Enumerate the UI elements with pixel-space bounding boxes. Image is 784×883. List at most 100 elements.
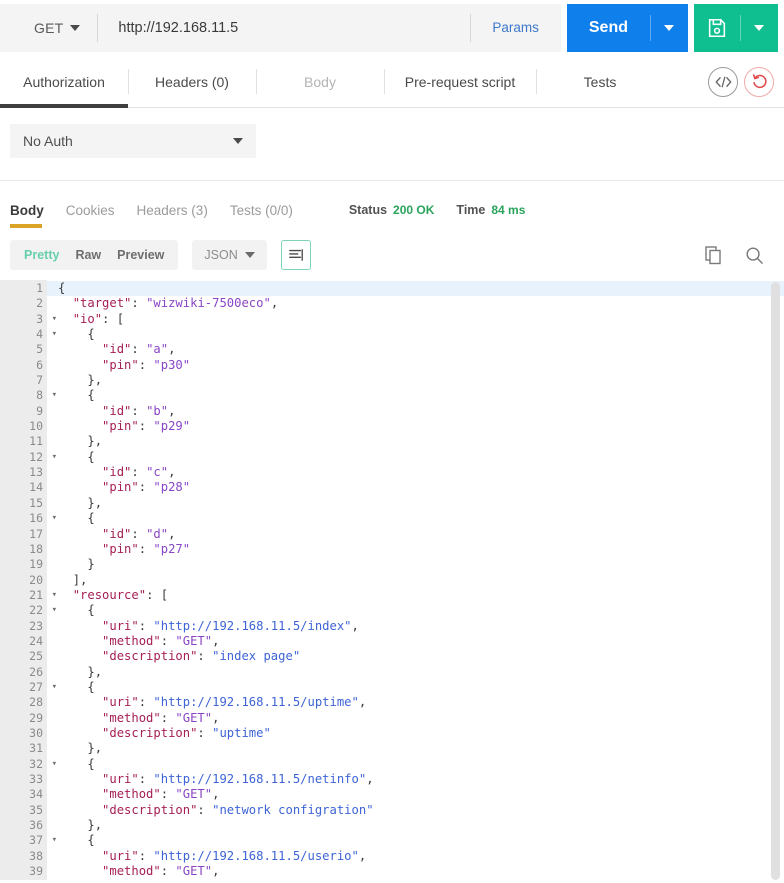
code-line: "io": [ [72,311,125,326]
code-line: "id": "a", [102,342,176,357]
response-tab-headers[interactable]: Headers (3) [137,195,208,225]
code-line: "description": "enabled io list" [58,879,784,880]
view-mode-preview[interactable]: Preview [109,248,172,262]
request-url-bar: GET Params Send [0,0,784,56]
code-line: { [87,388,95,403]
tab-authorization[interactable]: Authorization [0,56,128,108]
copy-icon [705,245,721,264]
line-number: 8 ▾ [36,388,57,403]
response-status-group: Status 200 OK Time 84 ms [349,203,526,217]
code-line: { [87,327,95,342]
save-button[interactable] [694,4,740,52]
request-url-input[interactable] [98,4,471,52]
line-number: 20 [29,572,43,587]
search-response-button[interactable] [745,246,764,265]
tab-body-label: Body [304,73,336,90]
reset-undo-icon [752,74,767,89]
code-line: "method": "GET", [102,787,220,802]
code-line: "id": "d", [102,526,176,541]
code-line: { [87,833,95,848]
response-toolbar-actions [705,245,774,265]
code-line: "uri": "http://192.168.11.5/userio", [102,848,367,863]
code-line: "uri": "http://192.168.11.5/netinfo", [102,772,374,786]
code-line: "method": "GET", [102,633,220,648]
line-number: 14 [29,480,43,495]
code-line: { [47,281,784,297]
send-button[interactable]: Send [566,4,650,52]
line-number: 21 ▾ [29,587,57,602]
line-number: 37 ▾ [29,833,57,848]
response-tab-body[interactable]: Body [10,195,44,228]
status-badge: 200 OK [393,203,435,217]
line-number: 10 [29,419,43,434]
response-tab-bar: Body Cookies Headers (3) Tests (0/0) Sta… [0,190,784,230]
code-line: }, [87,495,103,510]
code-snippet-button[interactable] [708,66,738,97]
params-toggle[interactable]: Params [470,4,561,52]
view-mode-group: Pretty Raw Preview [10,240,179,270]
tab-pre-request-script-label: Pre-request script [404,73,516,90]
code-line: }, [87,818,103,833]
send-button-group: Send [566,4,688,52]
response-tab-tests-label: Tests (0/0) [229,202,293,218]
chevron-down-icon [233,138,243,144]
tab-tests-label: Tests [583,73,617,90]
code-line: "uri": "http://192.168.11.5/uptime", [102,695,367,710]
line-number: 13 [29,465,43,480]
chevron-down-icon [664,25,674,31]
response-body-toolbar: Pretty Raw Preview JSON [0,230,784,279]
code-line: }, [87,664,103,679]
line-number: 2 [36,296,43,311]
line-number: 11 [29,434,43,449]
request-tab-actions [708,56,784,107]
time-value: 84 ms [491,203,526,217]
line-number: 29 [29,710,43,725]
code-line: ], [72,572,88,587]
http-method-label: GET [34,20,64,36]
line-number: 27 ▾ [29,679,57,694]
line-number: 9 [36,403,43,418]
tab-body[interactable]: Body [256,56,384,107]
code-line: "description": "network configration" [102,802,374,817]
response-tab-cookies[interactable]: Cookies [66,195,115,225]
response-format-select[interactable]: JSON [192,240,267,270]
auth-type-select[interactable]: No Auth [10,124,256,158]
code-line: "target": "wizwiki-7500eco", [72,296,279,311]
floppy-disk-icon [708,18,726,38]
response-body-viewer: 1▾23▾4▾5678▾9101112▾13141516▾1718192021▾… [0,279,784,880]
line-number: 25 [29,649,43,664]
response-tab-cookies-label: Cookies [65,202,115,218]
copy-response-button[interactable] [705,245,723,265]
http-method-select[interactable]: GET [0,4,99,52]
save-button-group [694,4,778,52]
save-options-button[interactable] [740,4,778,52]
code-line: "resource": [ [72,587,169,602]
vertical-scrollbar[interactable] [771,282,780,880]
auth-type-label: No Auth [23,133,73,149]
line-number: 39 [29,864,43,879]
view-mode-pretty[interactable]: Pretty [16,248,67,262]
code-line: }, [87,373,103,388]
wrap-lines-button[interactable] [280,240,311,270]
line-number: 16 ▾ [29,511,57,526]
send-options-button[interactable] [650,4,688,52]
line-number: 7 [36,373,43,388]
line-number: 1▾ [0,281,57,296]
tab-tests[interactable]: Tests [536,56,664,107]
line-number: 31 [29,741,43,756]
line-number: 36 [29,818,43,833]
view-mode-raw[interactable]: Raw [67,248,109,262]
json-code-content[interactable]: { "target": "wizwiki-7500eco", "io": [ {… [47,280,784,880]
tab-headers[interactable]: Headers (0) [128,56,256,107]
code-line: "description": "uptime" [102,725,271,740]
response-tab-tests[interactable]: Tests (0/0) [230,195,293,225]
tab-pre-request-script[interactable]: Pre-request script [384,56,536,107]
search-icon [746,246,763,264]
code-line: "pin": "p28" [102,480,191,495]
line-number: 40 [0,879,47,880]
line-number: 26 [29,664,43,679]
line-number: 17 [29,526,43,541]
code-line: "uri": "http://192.168.11.5/index", [102,618,359,633]
response-tab-headers-label: Headers (3) [136,202,208,218]
reset-request-button[interactable] [744,66,774,97]
